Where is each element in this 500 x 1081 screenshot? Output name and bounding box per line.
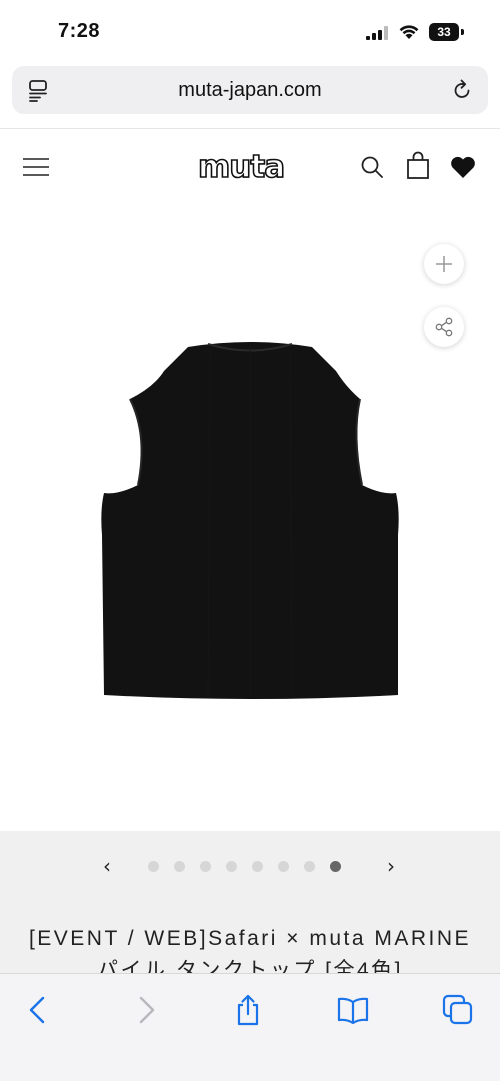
reload-icon[interactable] [450,78,474,102]
back-icon[interactable] [22,994,54,1026]
tabs-icon[interactable] [442,994,474,1026]
bookmarks-icon[interactable] [337,994,369,1026]
carousel-dot[interactable] [174,861,185,872]
hamburger-menu-icon[interactable] [23,157,49,177]
zoom-button[interactable] [424,244,464,284]
share-button[interactable] [424,307,464,347]
url-text[interactable]: muta-japan.com [12,66,488,114]
product-image-area[interactable] [0,205,500,831]
carousel-dot[interactable] [304,861,315,872]
carousel-dot[interactable] [226,861,237,872]
heart-icon[interactable] [450,155,476,179]
carousel-dot[interactable] [200,861,211,872]
carousel-dot[interactable] [252,861,263,872]
carousel-dots [148,861,358,873]
wifi-icon [399,25,419,39]
product-title: [EVENT / WEB]Safari × muta MARINE パイル タン… [28,927,472,973]
carousel-dot-active[interactable] [330,861,341,872]
share-icon[interactable] [232,994,264,1026]
shopping-bag-icon[interactable] [406,151,430,179]
carousel-prev-button[interactable]: ‹ [94,853,120,879]
carousel-dot[interactable] [148,861,159,872]
signal-icon [366,26,388,40]
status-time: 7:28 [58,20,101,42]
forward-icon[interactable] [130,994,162,1026]
plus-icon [436,256,452,272]
tank-top-image [101,342,399,699]
share-icon [435,317,453,337]
battery-icon: 33 [429,23,459,41]
site-header: muta [0,128,500,206]
browser-toolbar [0,973,500,1081]
carousel-next-button[interactable]: › [378,853,404,879]
site-logo[interactable]: muta [197,150,302,184]
battery-nub [461,29,464,35]
product-title-area: [EVENT / WEB]Safari × muta MARINE パイル タン… [0,901,500,973]
search-icon[interactable] [360,155,384,179]
carousel-controls: ‹ › [0,831,500,901]
carousel-dot[interactable] [278,861,289,872]
address-bar[interactable]: muta-japan.com [12,66,488,114]
